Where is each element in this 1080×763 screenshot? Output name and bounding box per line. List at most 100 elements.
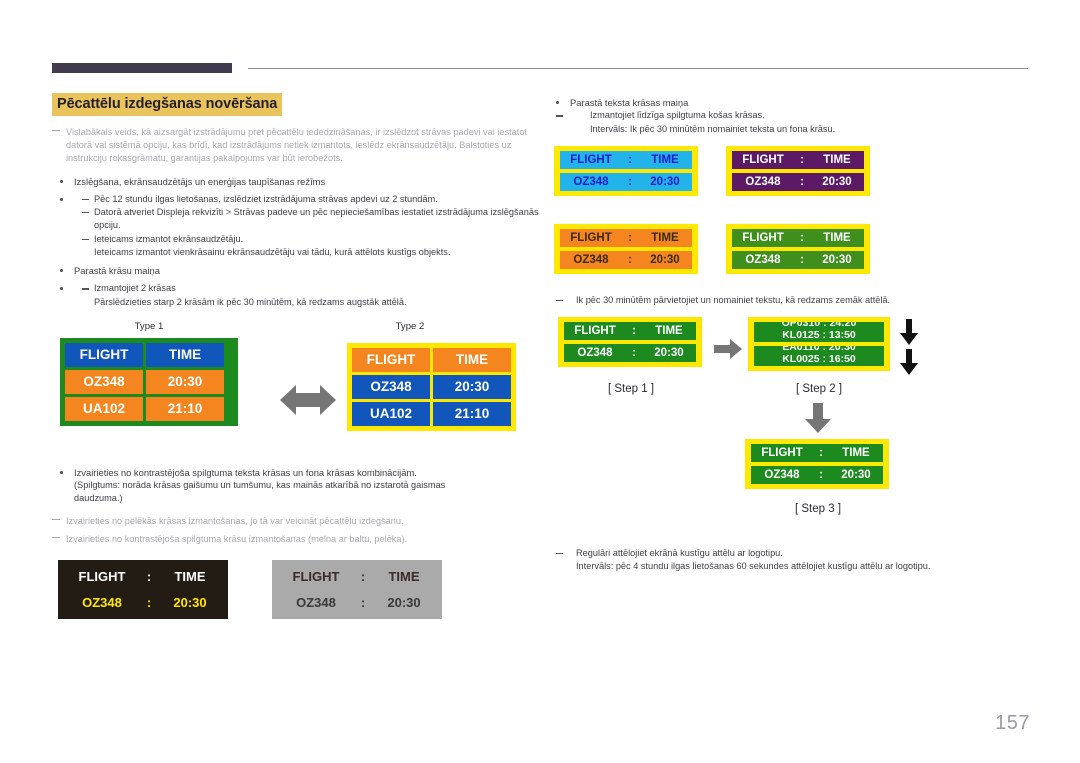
- type2-row2-time: 21:10: [433, 401, 511, 426]
- step1-colon-2: :: [632, 347, 636, 360]
- page-number: 157: [995, 712, 1030, 734]
- dark-flight-value: OZ348: [82, 595, 122, 611]
- variant-board-cyan: FLIGHT : TIME OZ348 : 20:30: [554, 145, 698, 196]
- variant-board-orange: FLIGHT : TIME OZ348 : 20:30: [554, 223, 698, 274]
- step2-bottom-row-b: KL0025 : 16:50: [782, 353, 856, 366]
- step2-board: OP0310 : 24:20 KL0125 : 13:50 EA0110 : 2…: [748, 317, 890, 372]
- bullet-text-color-change: Parastā teksta krāsas maiņa: [548, 96, 1040, 109]
- dash-2-1-continuation: Pārslēdzieties starp 2 krāsām ik pēc 30 …: [94, 296, 407, 307]
- dash-group-1: Pēc 12 stundu ilgas lietošanas, izslēdzi…: [52, 193, 542, 259]
- purple-colon-2: :: [800, 175, 804, 188]
- variant-board-purple: FLIGHT : TIME OZ348 : 20:30: [726, 145, 870, 196]
- gray-colon-1: :: [360, 569, 366, 585]
- dash-1-3: Ieteicams izmantot ekrānsaudzētāju.: [74, 233, 542, 246]
- bullet-power-saving: Izslēgšana, ekrānsaudzētājs un enerģijas…: [52, 175, 542, 188]
- type2-board: FLIGHT TIME OZ348 20:30 UA102 21:10: [347, 342, 516, 431]
- gray-colon-2: :: [360, 595, 366, 611]
- purple-flight-value: OZ348: [745, 175, 781, 188]
- step3-time-label: TIME: [842, 447, 870, 460]
- step2-bottom-row-a: EA0110 : 20:30: [782, 346, 856, 354]
- dash-group-2: Izmantojiet 2 krāsas Pārslēdzieties star…: [52, 282, 542, 308]
- gray-time-label: TIME: [388, 569, 420, 585]
- bullet-3-cont-b: daudzuma.): [74, 493, 123, 504]
- bullet-3-cont-a: (Spilgtums: norāda krāsas gaišumu un tum…: [74, 480, 446, 491]
- bullet-color-change: Parastā krāsu maiņa: [52, 264, 542, 277]
- orange-flight-value: OZ348: [573, 253, 609, 266]
- type1-row2-flight: UA102: [65, 396, 143, 421]
- left-column: Vislabākais veids, kā aizsargāt izstrādā…: [52, 126, 542, 640]
- dash-r-1-1-cont: Intervāls: Ik pēc 30 minūtēm nomainiet t…: [590, 123, 836, 134]
- step2-top-row-b: KL0125 : 13:50: [782, 329, 856, 342]
- step3-time-value: 20:30: [841, 469, 871, 482]
- type1-board: FLIGHT TIME OZ348 20:30 UA102 21:10: [60, 337, 238, 426]
- type1-group: Type 1 FLIGHT TIME OZ348 20:30 UA102 21:…: [60, 321, 238, 426]
- step3-board: FLIGHT : TIME OZ348 : 20:30: [745, 439, 889, 490]
- right-arrow-icon: [714, 339, 742, 364]
- green-flight-value: OZ348: [745, 253, 781, 266]
- type2-row2-flight: UA102: [352, 401, 430, 426]
- scroll-down-arrow-1-icon: [900, 319, 918, 350]
- step1-time-value: 20:30: [654, 347, 684, 360]
- purple-flight-label: FLIGHT: [742, 153, 784, 166]
- green-time-value: 20:30: [822, 253, 852, 266]
- contrast-board-dark: FLIGHT : TIME OZ348 : 20:30: [58, 560, 228, 620]
- orange-time-label: TIME: [651, 231, 679, 244]
- header-accent-bar: [52, 63, 232, 73]
- dark-colon-1: :: [146, 569, 152, 585]
- type2-group: Type 2: [284, 321, 536, 332]
- step1-board: FLIGHT : TIME OZ348 : 20:30: [558, 317, 702, 368]
- dash-r-1-1: Izmantojiet līdzīga spilgtuma košas krās…: [548, 109, 1040, 122]
- dash-r-2: Ik pēc 30 minūtēm pārvietojiet un nomain…: [548, 294, 1040, 307]
- dark-colon-2: :: [146, 595, 152, 611]
- note-avoid-gray: Izvairieties no pelēkās krāsas izmantoša…: [52, 515, 542, 528]
- step1-flight-label: FLIGHT: [574, 325, 616, 338]
- type2-board-wrap: FLIGHT TIME OZ348 20:30 UA102 21:10: [347, 342, 516, 431]
- step1-label: [ Step 1 ]: [607, 383, 655, 396]
- step3-colon-2: :: [819, 469, 823, 482]
- color-variant-figure: FLIGHT : TIME OZ348 : 20:30 FLIGHT : TIM…: [548, 145, 1040, 294]
- page-header: [52, 62, 1028, 76]
- green-colon-1: :: [800, 231, 804, 244]
- type2-header-flight: FLIGHT: [352, 347, 430, 372]
- type2-label: Type 2: [395, 320, 425, 332]
- dash-r-3: Regulāri attēlojiet ekrānā kustīgu attēl…: [548, 547, 1040, 560]
- note-avoid-contrast: Izvairieties no kontrastējoša spilgtuma …: [52, 533, 542, 546]
- dark-flight-label: FLIGHT: [78, 569, 126, 585]
- cyan-colon-2: :: [628, 175, 632, 188]
- cyan-flight-label: FLIGHT: [570, 153, 612, 166]
- dash-1-2: Datorā atveriet Displeja rekvizīti > Str…: [74, 206, 542, 232]
- step2-top-row-a: OP0310 : 24:20: [781, 322, 857, 330]
- right-column: Parastā teksta krāsas maiņa Izmantojiet …: [548, 96, 1040, 573]
- green-colon-2: :: [800, 253, 804, 266]
- type1-row2-time: 21:10: [146, 396, 224, 421]
- type2-header-time: TIME: [433, 347, 511, 372]
- orange-colon-1: :: [628, 231, 632, 244]
- orange-time-value: 20:30: [650, 253, 680, 266]
- step3-colon-1: :: [819, 447, 823, 460]
- dash-2-1: Izmantojiet 2 krāsas: [74, 282, 542, 295]
- contrast-board-gray: FLIGHT : TIME OZ348 : 20:30: [272, 560, 442, 620]
- dark-time-label: TIME: [174, 569, 206, 585]
- type1-row1-flight: OZ348: [65, 369, 143, 394]
- step3-flight-value: OZ348: [764, 469, 800, 482]
- variant-board-green: FLIGHT : TIME OZ348 : 20:30: [726, 223, 870, 274]
- bullet-contrast-warning: Izvairieties no kontrastējoša spilgtuma …: [52, 466, 542, 479]
- orange-colon-2: :: [628, 253, 632, 266]
- page-title: Pēcattēlu izdegšanas novēršana: [52, 93, 283, 116]
- step2-scroll-top: OP0310 : 24:20 KL0125 : 13:50: [754, 322, 884, 343]
- cyan-time-value: 20:30: [650, 175, 680, 188]
- type2-row1-time: 20:30: [433, 374, 511, 399]
- gray-flight-value: OZ348: [296, 595, 336, 611]
- header-rule: [248, 68, 1028, 69]
- dark-time-value: 20:30: [173, 595, 207, 611]
- step3-flight-label: FLIGHT: [761, 447, 803, 460]
- step3-label: [ Step 3 ]: [794, 503, 842, 516]
- contrast-boards-figure: FLIGHT : TIME OZ348 : 20:30 FLIGHT : TIM…: [52, 560, 542, 640]
- step2-label: [ Step 2 ]: [795, 383, 843, 396]
- manual-page: Pēcattēlu izdegšanas novēršana Vislabāka…: [0, 0, 1080, 763]
- orange-flight-label: FLIGHT: [570, 231, 612, 244]
- dash-1-3-continuation: Ieteicams izmantot vienkrāsainu ekrānsau…: [94, 246, 451, 257]
- step2-scroll-bottom: EA0110 : 20:30 KL0025 : 16:50: [754, 346, 884, 367]
- purple-colon-1: :: [800, 153, 804, 166]
- green-flight-label: FLIGHT: [742, 231, 784, 244]
